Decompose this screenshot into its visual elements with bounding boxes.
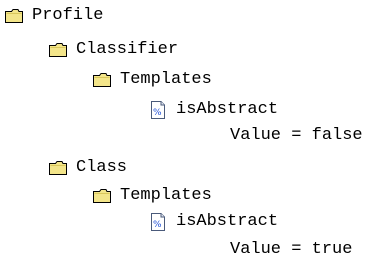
property-value-class-isabstract: Value = true <box>230 238 352 262</box>
tree-node-label: isAbstract <box>176 100 279 119</box>
folder-icon <box>92 70 112 90</box>
tree-node-label: Templates <box>120 186 212 205</box>
tree-node-label: Profile <box>32 6 104 25</box>
property-icon: % <box>148 212 168 232</box>
tree-node-class-templates[interactable]: Templates <box>92 184 212 208</box>
folder-icon <box>48 158 68 178</box>
property-icon: % <box>148 100 168 120</box>
property-value-classifier-isabstract: Value = false <box>230 124 363 148</box>
tree-node-label: isAbstract <box>176 212 279 231</box>
tree-node-label: Classifier <box>76 40 179 59</box>
tree-node-profile[interactable]: Profile <box>4 4 103 28</box>
tree-node-label: Class <box>76 158 128 177</box>
tree-node-classifier-isabstract[interactable]: % isAbstract <box>148 98 278 122</box>
property-value-text: Value = true <box>230 240 353 259</box>
svg-text:%: % <box>153 220 162 230</box>
tree-node-label: Templates <box>120 70 212 89</box>
folder-icon <box>92 186 112 206</box>
tree-node-classifier-templates[interactable]: Templates <box>92 68 212 92</box>
folder-icon <box>4 6 24 26</box>
tree-node-classifier[interactable]: Classifier <box>48 38 178 62</box>
tree-node-class-isabstract[interactable]: % isAbstract <box>148 210 278 234</box>
tree-node-class[interactable]: Class <box>48 156 127 180</box>
property-value-text: Value = false <box>230 126 363 145</box>
svg-text:%: % <box>153 108 162 118</box>
folder-icon <box>48 40 68 60</box>
